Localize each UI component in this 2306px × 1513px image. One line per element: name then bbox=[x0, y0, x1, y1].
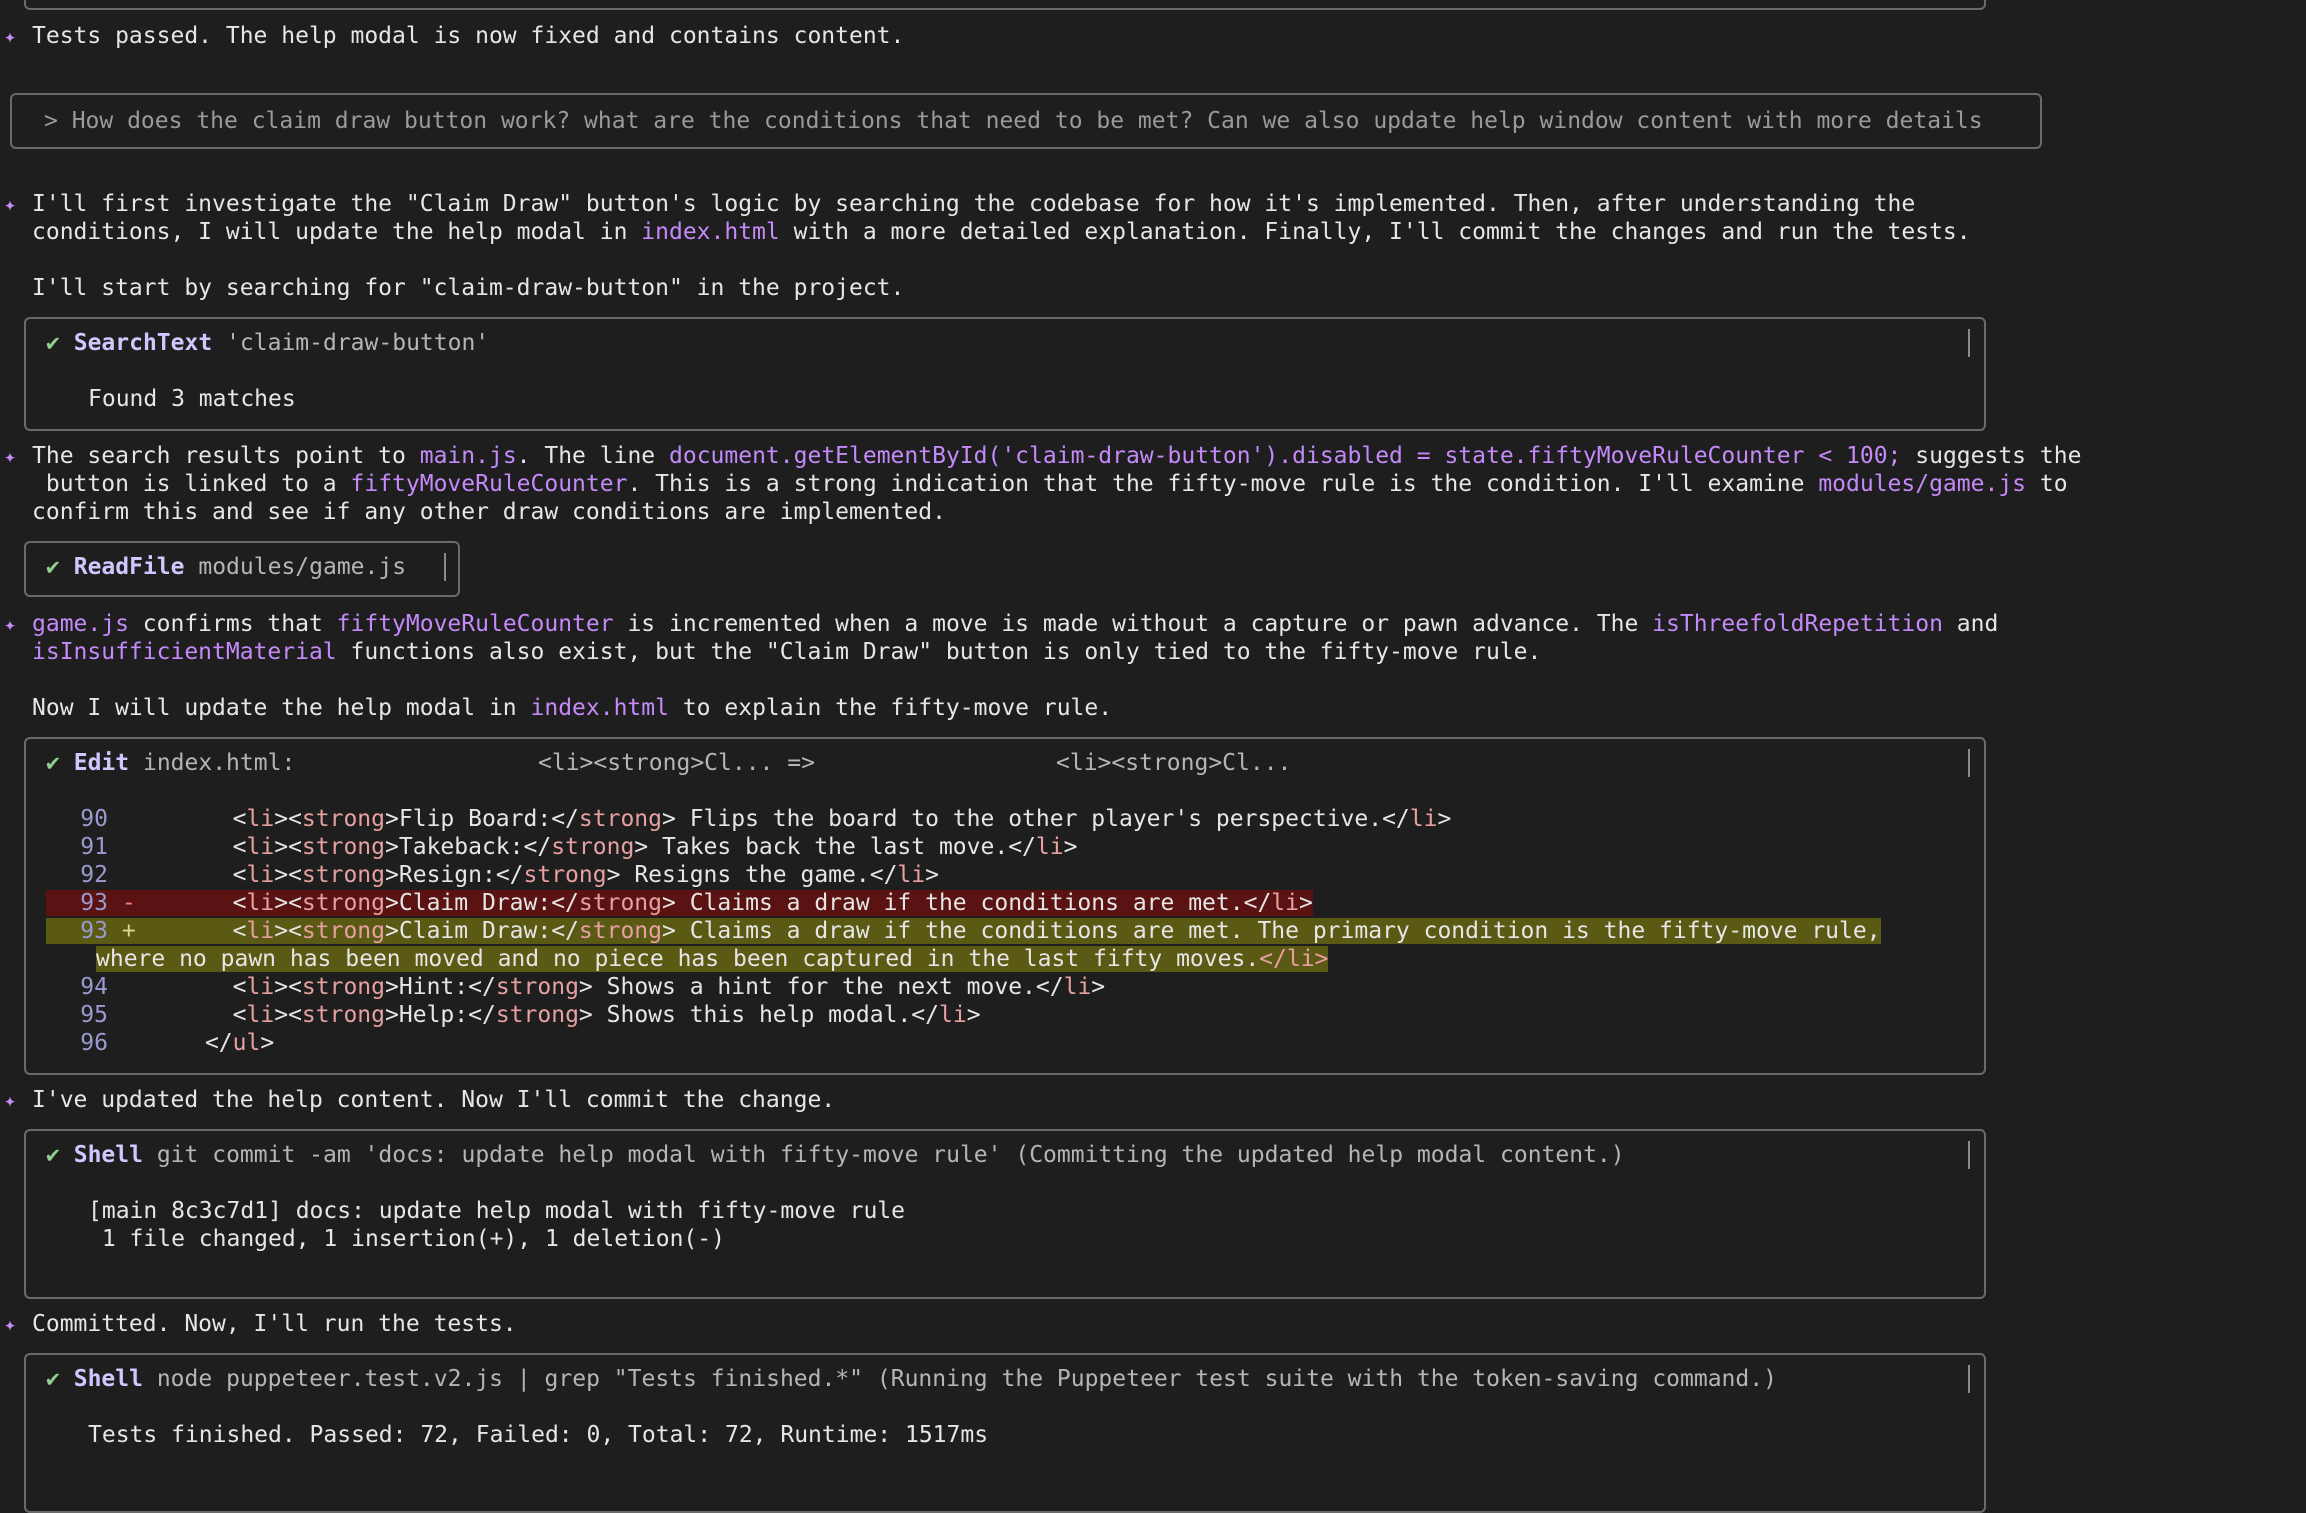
tool-name: ReadFile bbox=[73, 554, 185, 580]
diff-line: 96 </ul> bbox=[46, 1029, 274, 1057]
diff-line: 94 <li><strong>Hint:</strong> Shows a hi… bbox=[46, 973, 1105, 1001]
check-icon: ✔ bbox=[46, 1142, 60, 1168]
tool-arg: node puppeteer.test.v2.js | grep "Tests … bbox=[156, 1366, 1777, 1392]
user-prompt-box[interactable]: > How does the claim draw button work? w… bbox=[10, 93, 2042, 149]
check-icon: ✔ bbox=[46, 554, 60, 580]
assistant-message: button is linked to a fiftyMoveRuleCount… bbox=[32, 471, 2068, 497]
tool-arg: index.html: bbox=[142, 750, 296, 776]
tool-header: ✔ Edit index.html: bbox=[46, 749, 295, 777]
assistant-message: Committed. Now, I'll run the tests. bbox=[32, 1311, 517, 1337]
edit-to: <li><strong>Cl... bbox=[1056, 750, 1292, 776]
scrollbar[interactable] bbox=[1968, 749, 1970, 777]
tool-output: Found 3 matches bbox=[88, 386, 296, 412]
tool-shell-commit-box: ✔ Shell git commit -am 'docs: update hel… bbox=[24, 1129, 1986, 1299]
sparkle-icon: ✦ bbox=[4, 444, 17, 468]
tool-header: ✔ Shell node puppeteer.test.v2.js | grep… bbox=[46, 1365, 1777, 1393]
tool-name: SearchText bbox=[73, 330, 213, 356]
line-number: 93 bbox=[80, 890, 108, 916]
assistant-message: Tests passed. The help modal is now fixe… bbox=[32, 23, 905, 49]
line-number: 94 bbox=[80, 974, 108, 1000]
line-number: 93 bbox=[80, 918, 108, 944]
file-ref: index.html bbox=[641, 219, 780, 245]
tool-arg: 'claim-draw-button' bbox=[226, 330, 490, 356]
scrollbar[interactable] bbox=[1968, 329, 1970, 357]
tool-output: Tests finished. Passed: 72, Failed: 0, T… bbox=[88, 1422, 989, 1448]
tool-header: ✔ ReadFile modules/game.js bbox=[46, 553, 406, 581]
tool-name: Shell bbox=[73, 1366, 143, 1392]
check-icon: ✔ bbox=[46, 750, 60, 776]
tool-edit-box: ✔ Edit index.html: <li><strong>Cl... => … bbox=[24, 737, 1986, 1075]
tool-header: ✔ Shell git commit -am 'docs: update hel… bbox=[46, 1141, 1625, 1169]
scrollbar[interactable] bbox=[1968, 1141, 1970, 1169]
tool-arg: git commit -am 'docs: update help modal … bbox=[156, 1142, 1625, 1168]
line-number: 96 bbox=[80, 1030, 108, 1056]
tool-arg: modules/game.js bbox=[198, 554, 407, 580]
tool-search-box: ✔ SearchText 'claim-draw-button' Found 3… bbox=[24, 317, 1986, 431]
assistant-message: isInsufficientMaterial functions also ex… bbox=[32, 639, 1542, 665]
assistant-message: I'll start by searching for "claim-draw-… bbox=[32, 275, 905, 301]
assistant-message: game.js confirms that fiftyMoveRuleCount… bbox=[32, 611, 1999, 637]
previous-tool-box bbox=[24, 0, 1986, 10]
diff-line: 95 <li><strong>Help:</strong> Shows this… bbox=[46, 1001, 980, 1029]
assistant-message: The search results point to main.js. The… bbox=[32, 443, 2082, 469]
scrollbar[interactable] bbox=[1968, 1365, 1970, 1393]
scrollbar[interactable] bbox=[444, 553, 446, 581]
diff-line: 93 + <li><strong>Claim Draw:</strong> Cl… bbox=[46, 917, 1881, 945]
check-icon: ✔ bbox=[46, 330, 60, 356]
assistant-message: confirm this and see if any other draw c… bbox=[32, 499, 946, 525]
line-number: 91 bbox=[80, 834, 108, 860]
line-number: 92 bbox=[80, 862, 108, 888]
line-number: 90 bbox=[80, 806, 108, 832]
sparkle-icon: ✦ bbox=[4, 612, 17, 636]
assistant-message: conditions, I will update the help modal… bbox=[32, 219, 1971, 245]
sparkle-icon: ✦ bbox=[4, 192, 17, 216]
diff-line: 90 <li><strong>Flip Board:</strong> Flip… bbox=[46, 805, 1451, 833]
tool-name: Edit bbox=[73, 750, 130, 776]
line-number: 95 bbox=[80, 1002, 108, 1028]
sparkle-icon: ✦ bbox=[4, 1088, 17, 1112]
diff-line: 91 <li><strong>Takeback:</strong> Takes … bbox=[46, 833, 1077, 861]
tool-output: [main 8c3c7d1] docs: update help modal w… bbox=[88, 1198, 905, 1224]
tool-name: Shell bbox=[73, 1142, 143, 1168]
sparkle-icon: ✦ bbox=[4, 1312, 17, 1336]
diff-line: where no pawn has been moved and no piec… bbox=[96, 946, 1329, 972]
assistant-message: I'll first investigate the "Claim Draw" … bbox=[32, 191, 1916, 217]
diff-line: 92 <li><strong>Resign:</strong> Resigns … bbox=[46, 861, 939, 889]
assistant-message: I've updated the help content. Now I'll … bbox=[32, 1087, 836, 1113]
check-icon: ✔ bbox=[46, 1366, 60, 1392]
user-prompt-text: > How does the claim draw button work? w… bbox=[44, 108, 1983, 134]
tool-readfile-box: ✔ ReadFile modules/game.js bbox=[24, 541, 460, 597]
edit-from: <li><strong>Cl... => bbox=[538, 750, 815, 776]
assistant-message: Now I will update the help modal in inde… bbox=[32, 695, 1113, 721]
sparkle-icon: ✦ bbox=[4, 24, 17, 48]
tool-header: ✔ SearchText 'claim-draw-button' bbox=[46, 329, 489, 357]
tool-shell-test-box: ✔ Shell node puppeteer.test.v2.js | grep… bbox=[24, 1353, 1986, 1513]
diff-line: 93 - <li><strong>Claim Draw:</strong> Cl… bbox=[46, 889, 1313, 917]
tool-output: 1 file changed, 1 insertion(+), 1 deleti… bbox=[88, 1226, 725, 1252]
